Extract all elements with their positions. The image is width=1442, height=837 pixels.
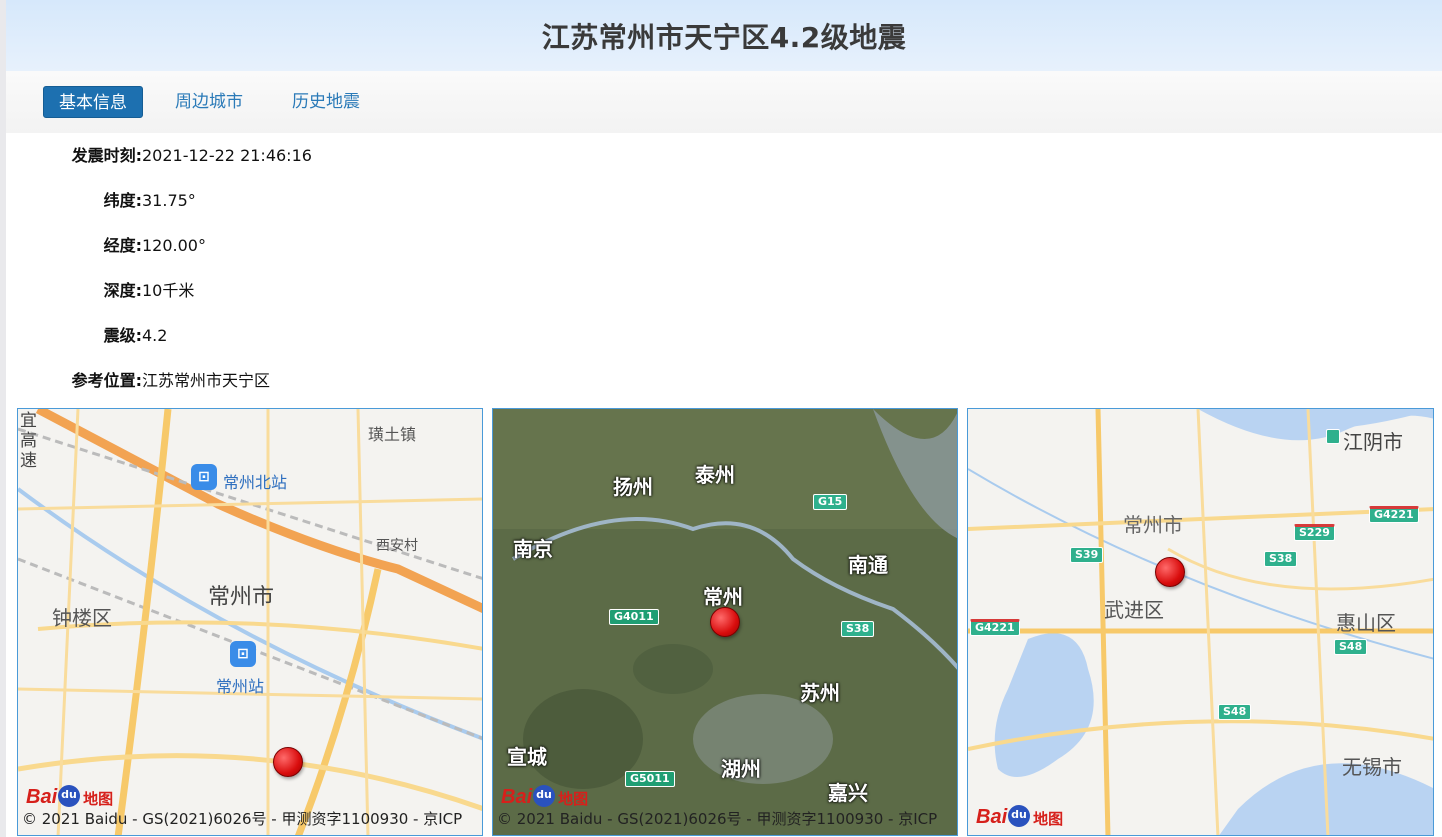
highway-shield: G15 bbox=[813, 494, 848, 510]
info-label: 发震时刻: bbox=[71, 146, 142, 165]
info-value: 120.00° bbox=[142, 236, 206, 255]
highway-shield: S38 bbox=[1264, 551, 1298, 567]
baidu-logo-icon: Bai地图 bbox=[26, 777, 113, 809]
info-row-depth: 深度: 10千米 bbox=[6, 279, 706, 303]
map-label: 江阴市 bbox=[1343, 430, 1403, 454]
info-label: 震级: bbox=[103, 326, 142, 345]
highway-shield: S38 bbox=[841, 621, 875, 637]
info-value: 2021-12-22 21:46:16 bbox=[142, 146, 312, 165]
info-row-location: 参考位置: 江苏常州市天宁区 bbox=[6, 369, 706, 393]
highway-shield: G4221 bbox=[970, 619, 1020, 636]
map-label: 宜高速 bbox=[20, 411, 37, 471]
map-label: 湖州 bbox=[721, 757, 761, 781]
map-label: 扬州 bbox=[613, 475, 653, 499]
info-row-magnitude: 震级: 4.2 bbox=[6, 324, 706, 348]
highway-shield bbox=[1326, 429, 1340, 444]
highway-shield: S229 bbox=[1294, 524, 1335, 541]
map-road-regional[interactable]: 江阴市 G4221 常州市 S229 S39 S38 武进区 G4221 惠山区… bbox=[967, 408, 1434, 836]
map-label: 常州 bbox=[703, 585, 743, 609]
map-satellite-regional[interactable]: 扬州 泰州 G15 南京 南通 常州 G4011 S38 苏州 宣城 湖州 G5… bbox=[492, 408, 958, 836]
info-value: 4.2 bbox=[142, 326, 168, 345]
train-station-icon: ⊡ bbox=[230, 641, 256, 667]
info-row-longitude: 经度: 120.00° bbox=[6, 234, 706, 258]
highway-shield: S39 bbox=[1070, 547, 1104, 563]
map-street-closeup[interactable]: 宜高速 璜土镇 ⊡ 常州北站 西安村 常州市 钟楼区 ⊡ 常州站 Bai地图 ©… bbox=[17, 408, 483, 836]
highway-shield: G5011 bbox=[625, 771, 675, 787]
info-label: 深度: bbox=[103, 281, 142, 300]
map-label: 泰州 bbox=[695, 463, 735, 487]
map-label: 无锡市 bbox=[1342, 755, 1402, 779]
map-label: 璜土镇 bbox=[368, 425, 417, 444]
tab-nearby-cities[interactable]: 周边城市 bbox=[160, 86, 258, 118]
epicenter-marker-icon[interactable] bbox=[273, 747, 303, 777]
tab-bar: 基本信息 周边城市 历史地震 bbox=[6, 71, 1442, 133]
tab-basic-info[interactable]: 基本信息 bbox=[43, 86, 143, 118]
map-label: 常州市 bbox=[1123, 513, 1183, 537]
info-row-latitude: 纬度: 31.75° bbox=[6, 189, 706, 213]
page-header: 江苏常州市天宁区4.2级地震 bbox=[6, 0, 1442, 71]
highway-shield: G4221 bbox=[1369, 506, 1419, 523]
map-label: 嘉兴 bbox=[828, 781, 868, 805]
map-label: 南通 bbox=[848, 553, 888, 577]
map-label: 常州市 bbox=[208, 585, 275, 610]
map-copyright: © 2021 Baidu - GS(2021)6026号 - 甲测资字11009… bbox=[22, 810, 463, 828]
epicenter-marker-icon[interactable] bbox=[1155, 557, 1185, 587]
map-label: 西安村 bbox=[376, 538, 418, 554]
info-label: 参考位置: bbox=[71, 371, 142, 390]
highway-shield: G4011 bbox=[609, 609, 659, 625]
page-title: 江苏常州市天宁区4.2级地震 bbox=[541, 20, 907, 54]
info-label: 纬度: bbox=[103, 191, 142, 210]
highway-shield: S48 bbox=[1218, 704, 1252, 720]
info-label: 经度: bbox=[103, 236, 142, 255]
highway-shield: S48 bbox=[1334, 639, 1368, 655]
info-value: 31.75° bbox=[142, 191, 196, 210]
map-label: 常州站 bbox=[216, 677, 265, 696]
map-label: 武进区 bbox=[1104, 598, 1164, 622]
info-row-time: 发震时刻: 2021-12-22 21:46:16 bbox=[6, 144, 706, 168]
train-station-icon: ⊡ bbox=[191, 464, 217, 490]
map-label: 钟楼区 bbox=[52, 606, 112, 630]
epicenter-marker-icon[interactable] bbox=[710, 607, 740, 637]
map-copyright: © 2021 Baidu - GS(2021)6026号 - 甲测资字11009… bbox=[497, 810, 938, 828]
map-label: 惠山区 bbox=[1336, 611, 1396, 635]
info-value: 10千米 bbox=[142, 281, 195, 300]
baidu-logo-icon: Bai地图 bbox=[976, 797, 1063, 829]
map-label: 宣城 bbox=[507, 745, 547, 769]
map-label: 南京 bbox=[513, 537, 553, 561]
map-label: 常州北站 bbox=[223, 473, 288, 492]
map-label: 苏州 bbox=[800, 681, 840, 705]
baidu-logo-icon: Bai地图 bbox=[501, 777, 588, 809]
info-value: 江苏常州市天宁区 bbox=[142, 371, 271, 390]
tab-history-quakes[interactable]: 历史地震 bbox=[277, 86, 375, 118]
